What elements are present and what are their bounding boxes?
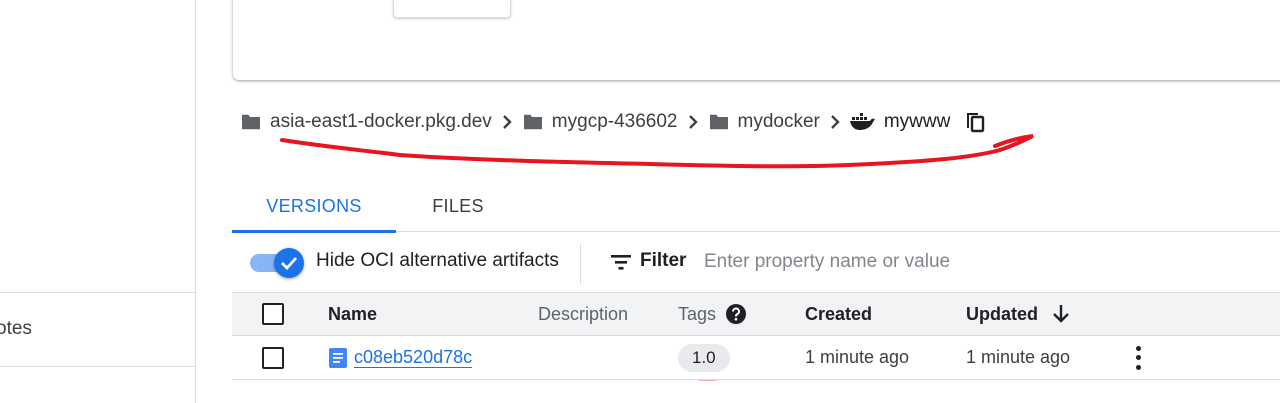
filter-label: Filter [640,250,687,271]
document-icon [329,347,347,368]
info-card [233,0,1280,80]
card-action-button[interactable] [393,0,511,18]
arrow-down-icon[interactable] [1050,303,1072,325]
hide-oci-toggle[interactable] [250,248,304,278]
breadcrumb-item-registry[interactable]: asia-east1-docker.pkg.dev [240,111,492,133]
sidebar-divider [0,292,196,293]
copy-icon[interactable] [964,110,986,134]
toggle-label: Hide OCI alternative artifacts [316,250,559,271]
breadcrumb-item-project[interactable]: mygcp-436602 [522,111,678,133]
filter-toolbar: Hide OCI alternative artifacts Filter [232,234,1280,292]
column-header-description: Description [538,303,629,324]
chevron-right-icon [492,114,522,130]
left-sidebar: otes [0,0,196,403]
chevron-right-icon [820,114,850,130]
row-checkbox[interactable] [262,346,284,369]
tab-versions[interactable]: VERSIONS [232,180,396,233]
column-header-created[interactable]: Created [805,293,872,335]
filter-input[interactable] [704,246,1064,278]
column-header-updated[interactable]: Updated [966,293,1072,335]
tab-files[interactable]: FILES [396,180,520,232]
sidebar-item-notes[interactable]: otes [0,318,32,340]
help-icon[interactable] [726,304,747,324]
version-digest-link[interactable]: c08eb520d78c [354,347,472,368]
column-header-name[interactable]: Name [328,293,377,335]
check-icon [274,248,304,278]
breadcrumb-item-image: mywww [849,110,987,134]
select-all-checkbox[interactable] [262,303,284,325]
row-actions-cell [1136,336,1142,379]
breadcrumb: asia-east1-docker.pkg.dev mygcp-436602 m… [240,106,986,138]
column-header-tags: Tags [678,293,747,335]
breadcrumb-label: mywww [883,111,951,132]
folder-icon [523,114,542,130]
chevron-right-icon [678,114,708,130]
folder-icon [709,114,728,130]
select-all-cell [262,293,284,335]
breadcrumb-label: mygcp-436602 [551,111,678,132]
created-cell: 1 minute ago [805,347,910,367]
more-vert-icon[interactable] [1136,345,1142,370]
breadcrumb-label: asia-east1-docker.pkg.dev [270,111,492,132]
breadcrumb-item-repository[interactable]: mydocker [708,111,820,133]
sidebar-divider [0,366,196,367]
filter-icon [611,255,631,270]
column-header-updated-label: Updated [966,303,1038,324]
tag-chip[interactable]: 1.0 [678,343,730,372]
row-select-cell [262,336,284,379]
tab-bar: VERSIONS FILES [232,180,1280,233]
table-header: Name Description Tags Created Updated [232,292,1280,336]
breadcrumb-label: mydocker [737,111,820,132]
table-row: c08eb520d78c 1.0 1 minute ago 1 minute a… [232,336,1280,380]
tags-cell: 1.0 [678,336,730,379]
version-name-cell: c08eb520d78c [328,336,472,379]
folder-icon [242,114,260,130]
toolbar-divider [580,244,581,284]
versions-table: Name Description Tags Created Updated c0… [232,292,1280,380]
column-header-tags-label: Tags [678,303,717,324]
docker-icon [849,113,875,130]
updated-cell: 1 minute ago [966,347,1071,367]
